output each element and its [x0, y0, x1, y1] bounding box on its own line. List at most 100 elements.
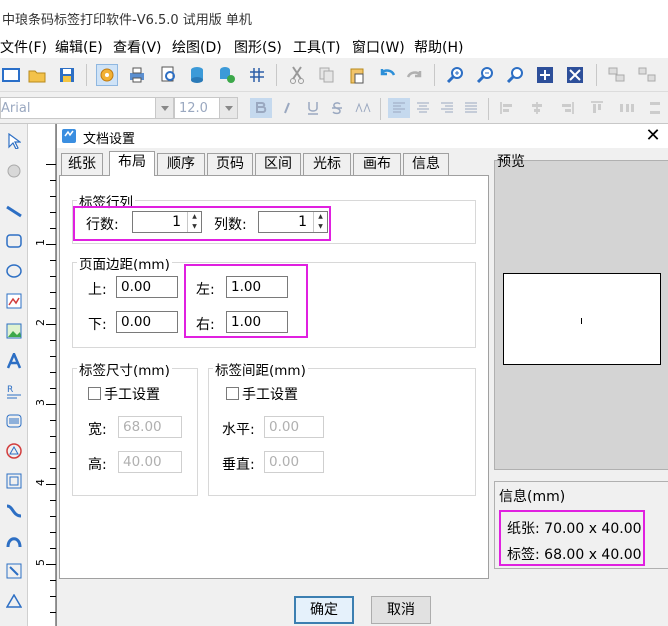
text-tool-icon[interactable]	[3, 350, 25, 372]
vertical-gap-field[interactable]: 0.00	[264, 451, 324, 473]
close-icon[interactable]: ✕	[643, 126, 663, 146]
menu-draw[interactable]: 绘图(D)	[172, 37, 222, 57]
database-settings-icon[interactable]	[216, 64, 238, 86]
menu-edit[interactable]: 编辑(E)	[55, 37, 103, 57]
undo-icon[interactable]	[376, 64, 398, 86]
margin-top-label: 上:	[88, 282, 107, 298]
label-size-manual-checkbox[interactable]	[88, 387, 101, 400]
tab-layout[interactable]: 布局	[109, 151, 155, 176]
preview-cursor-mark	[581, 318, 582, 324]
label-width-field[interactable]: 68.00	[118, 416, 182, 438]
barcode-tool-icon[interactable]	[3, 410, 25, 432]
italic-icon[interactable]	[276, 98, 298, 118]
menu-window[interactable]: 窗口(W)	[352, 37, 405, 57]
grid-icon[interactable]	[246, 64, 268, 86]
dialog-app-icon	[61, 128, 77, 144]
underline-icon[interactable]	[302, 98, 324, 118]
horizontal-gap-field[interactable]: 0.00	[264, 416, 324, 438]
ellipse-tool-icon[interactable]	[3, 260, 25, 282]
polygon-tool-icon[interactable]	[3, 290, 25, 312]
char-spacing-icon[interactable]	[352, 98, 374, 118]
menu-file[interactable]: 文件(F)	[0, 37, 47, 57]
main-toolbar	[0, 58, 668, 92]
info-title: 信息(mm)	[499, 489, 566, 505]
zoom-reset-icon[interactable]	[504, 64, 526, 86]
rich-text-tool-icon[interactable]: R	[3, 380, 25, 402]
ruler-mark: 5	[34, 559, 47, 566]
menu-view[interactable]: 查看(V)	[113, 37, 162, 57]
distribute-vertical-icon[interactable]	[644, 98, 666, 118]
font-family-select[interactable]: Arial	[0, 97, 174, 119]
tab-paper[interactable]: 纸张	[61, 153, 103, 175]
font-size-select[interactable]: 12.0	[174, 97, 238, 119]
highlight-rows-cols	[73, 206, 331, 241]
distribute-horizontal-icon[interactable]	[616, 98, 638, 118]
label-size-group-label: 标签尺寸(mm)	[77, 359, 172, 379]
zoom-in-icon[interactable]	[444, 64, 466, 86]
triangle-tool-icon[interactable]	[3, 590, 25, 612]
table-tool-icon[interactable]	[3, 470, 25, 492]
align-objects-top-icon[interactable]	[586, 98, 608, 118]
print-icon[interactable]	[126, 64, 148, 86]
chevron-down-icon[interactable]	[155, 98, 173, 118]
tab-range[interactable]: 区间	[255, 153, 301, 175]
document-settings-icon[interactable]	[96, 64, 118, 86]
margin-top-field[interactable]: 0.00	[116, 276, 178, 298]
tab-canvas[interactable]: 画布	[353, 153, 401, 175]
strikethrough-icon[interactable]	[326, 98, 348, 118]
menu-shape[interactable]: 图形(S)	[234, 37, 282, 57]
paste-icon[interactable]	[346, 64, 368, 86]
rectangle-tool-icon[interactable]	[3, 230, 25, 252]
ungroup-icon[interactable]	[636, 64, 658, 86]
fit-width-icon[interactable]	[564, 64, 586, 86]
tab-info[interactable]: 信息	[403, 153, 449, 175]
open-folder-icon[interactable]	[26, 64, 48, 86]
align-left-icon[interactable]	[388, 98, 410, 118]
menu-tools[interactable]: 工具(T)	[293, 37, 340, 57]
align-objects-left-icon[interactable]	[496, 98, 518, 118]
qrcode-tool-icon[interactable]	[3, 440, 25, 462]
app-title: 中琅条码标签打印软件-V6.5.0 试用版 单机	[2, 13, 252, 28]
align-objects-center-icon[interactable]	[526, 98, 548, 118]
label-height-field[interactable]: 40.00	[118, 451, 182, 473]
margin-bottom-field[interactable]: 0.00	[116, 311, 178, 333]
cut-icon[interactable]	[286, 64, 308, 86]
redo-icon[interactable]	[404, 64, 426, 86]
tab-page-number[interactable]: 页码	[207, 153, 253, 175]
save-icon[interactable]	[56, 64, 78, 86]
align-justify-icon[interactable]	[460, 98, 482, 118]
align-objects-right-icon[interactable]	[556, 98, 578, 118]
label-preview	[503, 273, 661, 365]
cancel-button[interactable]: 取消	[371, 596, 431, 624]
database-icon[interactable]	[186, 64, 208, 86]
crop-tool-icon[interactable]	[3, 560, 25, 582]
zoom-out-icon[interactable]	[474, 64, 496, 86]
line-tool-icon[interactable]	[3, 200, 25, 222]
menu-help[interactable]: 帮助(H)	[414, 37, 463, 57]
label-gap-manual-checkbox[interactable]	[226, 387, 239, 400]
font-toolbar: Arial 12.0	[0, 92, 668, 124]
copy-icon[interactable]	[316, 64, 338, 86]
ok-button[interactable]: 确定	[294, 596, 354, 624]
label-size-manual-label: 手工设置	[104, 387, 160, 403]
group-icon[interactable]	[606, 64, 628, 86]
print-preview-icon[interactable]	[158, 64, 180, 86]
toolbar-separator	[488, 98, 489, 120]
new-document-icon[interactable]	[0, 64, 22, 86]
fit-page-icon[interactable]	[534, 64, 556, 86]
tab-order[interactable]: 顺序	[157, 153, 205, 175]
label-height-label: 高:	[88, 457, 107, 473]
chevron-down-icon[interactable]	[219, 98, 237, 118]
ruler-mark: 4	[34, 479, 47, 486]
align-center-icon[interactable]	[412, 98, 434, 118]
curve-tool-icon[interactable]	[3, 500, 25, 522]
bold-icon[interactable]	[250, 98, 272, 118]
pointer-tool-icon[interactable]	[3, 130, 25, 152]
pan-tool-icon[interactable]	[3, 160, 25, 182]
arc-tool-icon[interactable]	[3, 530, 25, 552]
toolbar-separator	[380, 98, 381, 120]
tab-cursor[interactable]: 光标	[303, 153, 351, 175]
align-right-icon[interactable]	[436, 98, 458, 118]
image-tool-icon[interactable]	[3, 320, 25, 342]
margins-group-label: 页面边距(mm)	[77, 253, 172, 273]
